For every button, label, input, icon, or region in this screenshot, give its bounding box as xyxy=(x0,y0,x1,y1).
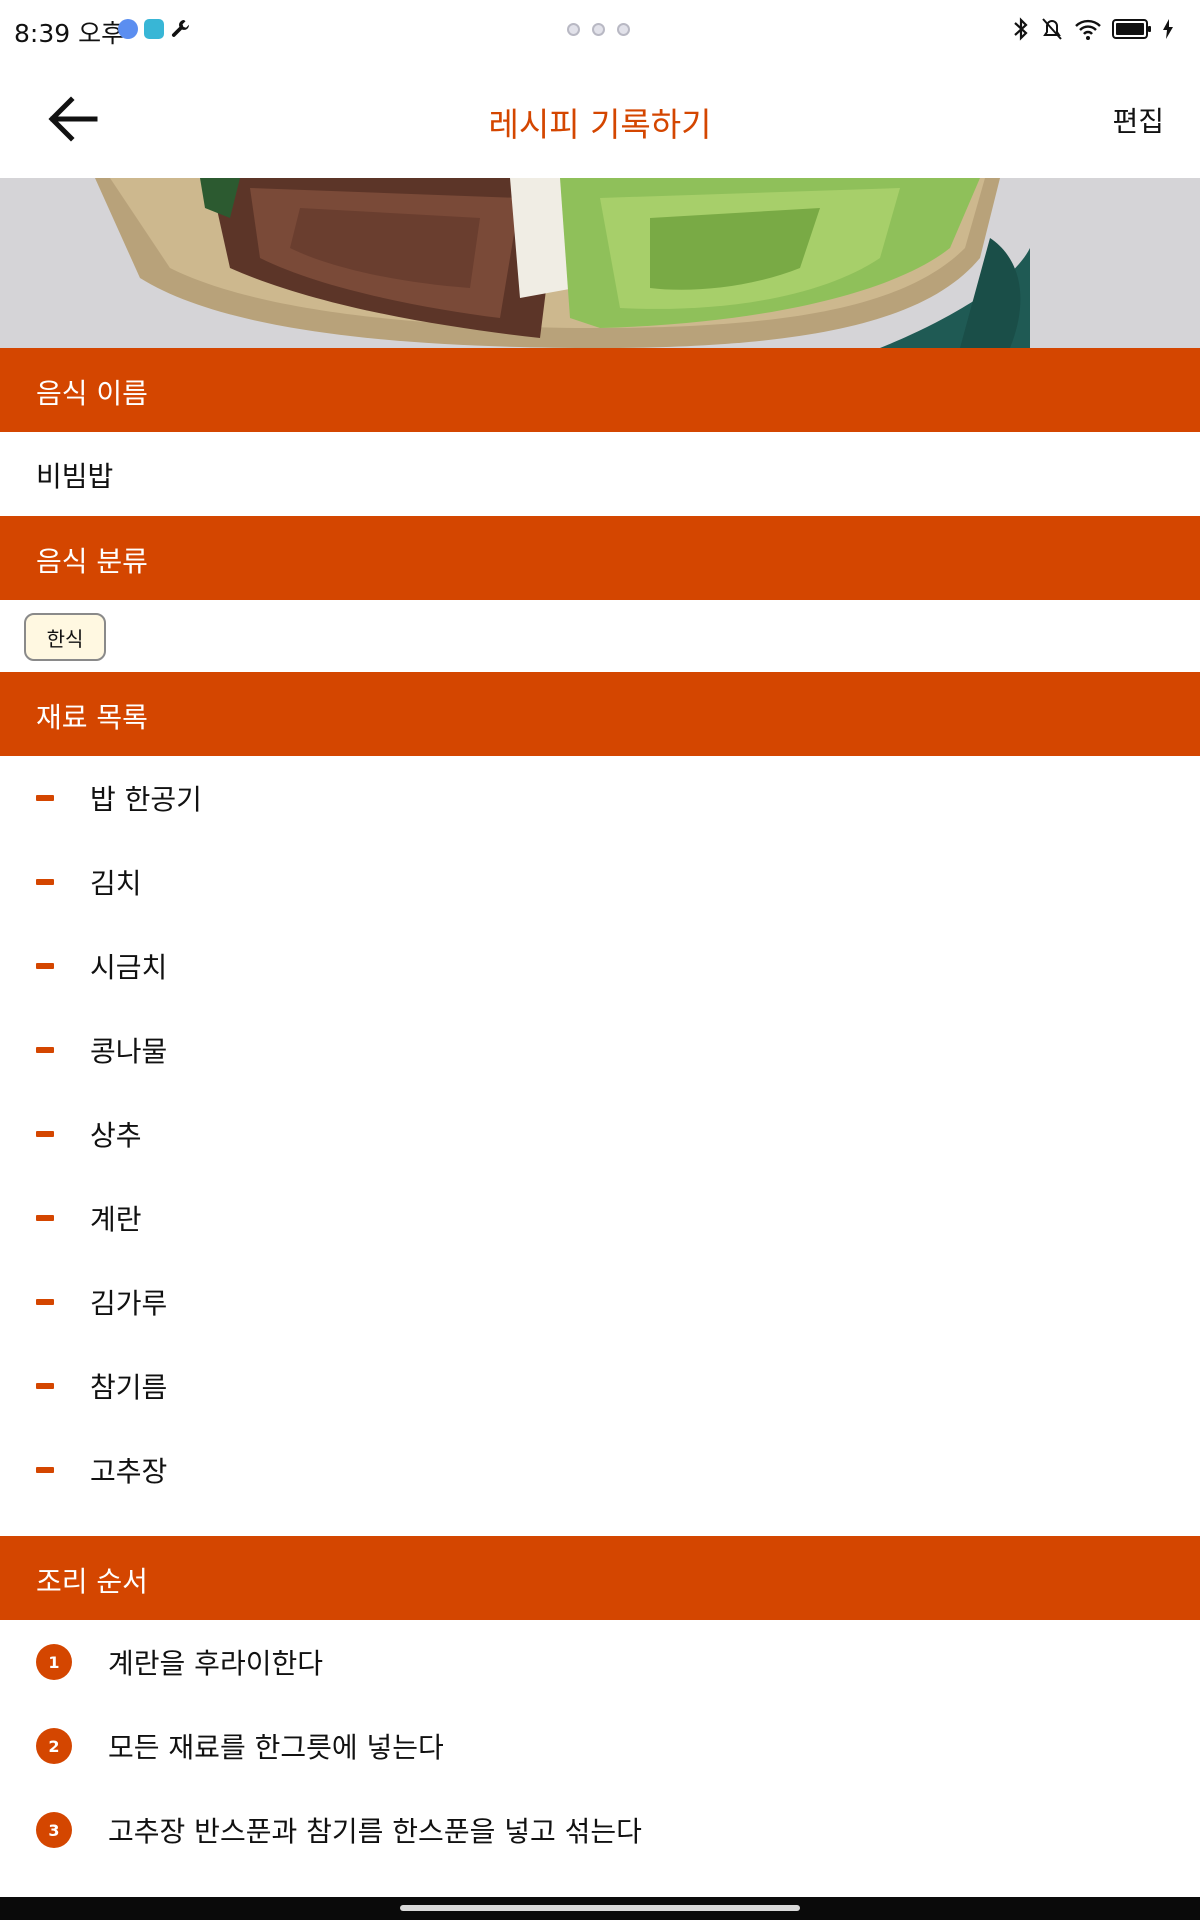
battery-icon xyxy=(1112,19,1151,39)
food-photo xyxy=(0,178,1200,348)
dash-bullet-icon xyxy=(36,879,54,885)
step-text: 모든 재료를 한그릇에 넣는다 xyxy=(108,1731,444,1764)
step-number-badge: 2 xyxy=(36,1728,72,1764)
cooking-steps-header: 조리 순서 xyxy=(0,1536,1200,1620)
category-chip[interactable]: 한식 xyxy=(24,613,106,661)
ingredient-label: 시금치 xyxy=(90,951,168,984)
status-bar: 8:39 오후 xyxy=(0,0,1200,60)
food-name-value: 비빔밥 xyxy=(36,460,114,493)
ingredient-item: 상추 xyxy=(0,1092,1200,1176)
step-item: 2 모든 재료를 한그릇에 넣는다 xyxy=(0,1704,1200,1788)
step-item: 1 계란을 후라이한다 xyxy=(0,1620,1200,1704)
food-category-header: 음식 분류 xyxy=(0,516,1200,600)
step-number-badge: 1 xyxy=(36,1644,72,1680)
ingredients-header-label: 재료 목록 xyxy=(36,701,148,734)
ingredient-label: 고추장 xyxy=(90,1455,168,1488)
dash-bullet-icon xyxy=(36,1299,54,1305)
ingredient-label: 밥 한공기 xyxy=(90,783,202,816)
wifi-icon xyxy=(1075,19,1101,40)
dash-bullet-icon xyxy=(36,1131,54,1137)
dash-bullet-icon xyxy=(36,1383,54,1389)
ingredient-item: 참기름 xyxy=(0,1344,1200,1428)
ingredient-item: 밥 한공기 xyxy=(0,756,1200,840)
dash-bullet-icon xyxy=(36,795,54,801)
navigation-bar xyxy=(0,1897,1200,1920)
ingredient-item: 김가루 xyxy=(0,1260,1200,1344)
dash-bullet-icon xyxy=(36,1467,54,1473)
step-number-badge: 3 xyxy=(36,1812,72,1848)
app-bar: 레시피 기록하기 편집 xyxy=(0,60,1200,178)
ingredient-label: 김가루 xyxy=(90,1287,168,1320)
edit-button[interactable]: 편집 xyxy=(1112,100,1164,140)
wrench-icon xyxy=(171,20,190,37)
ingredient-label: 참기름 xyxy=(90,1371,168,1404)
food-category-header-label: 음식 분류 xyxy=(36,545,148,578)
multitask-dots[interactable] xyxy=(567,23,630,36)
ingredients-header: 재료 목록 xyxy=(0,672,1200,756)
dash-bullet-icon xyxy=(36,963,54,969)
ingredient-label: 상추 xyxy=(90,1119,142,1152)
page-title: 레시피 기록하기 xyxy=(488,105,712,144)
charging-icon xyxy=(1163,19,1173,39)
dash-bullet-icon xyxy=(36,1047,54,1053)
bluetooth-icon xyxy=(1014,17,1028,41)
ingredient-item: 고추장 xyxy=(0,1428,1200,1512)
ingredient-label: 콩나물 xyxy=(90,1035,168,1068)
ingredient-item: 계란 xyxy=(0,1176,1200,1260)
notification-icons xyxy=(118,18,192,40)
food-name-header: 음식 이름 xyxy=(0,348,1200,432)
step-text: 계란을 후라이한다 xyxy=(108,1647,323,1680)
dash-bullet-icon xyxy=(36,1215,54,1221)
ingredient-item: 콩나물 xyxy=(0,1008,1200,1092)
system-icons xyxy=(1012,16,1174,42)
muted-bell-icon xyxy=(1042,18,1062,40)
ingredient-label: 김치 xyxy=(90,867,142,900)
ingredient-item: 시금치 xyxy=(0,924,1200,1008)
calendar-app-icon xyxy=(144,19,164,39)
status-time: 8:39 오후 xyxy=(14,19,125,48)
step-item: 3 고추장 반스푼과 참기름 한스푼을 넣고 섞는다 xyxy=(0,1788,1200,1872)
cooking-steps-header-label: 조리 순서 xyxy=(36,1565,148,1598)
home-gesture-handle[interactable] xyxy=(400,1905,800,1911)
ingredient-label: 계란 xyxy=(90,1203,142,1236)
step-text: 고추장 반스푼과 참기름 한스푼을 넣고 섞는다 xyxy=(108,1815,642,1848)
food-name-header-label: 음식 이름 xyxy=(36,377,148,410)
target-app-icon xyxy=(118,19,138,39)
ingredient-item: 김치 xyxy=(0,840,1200,924)
